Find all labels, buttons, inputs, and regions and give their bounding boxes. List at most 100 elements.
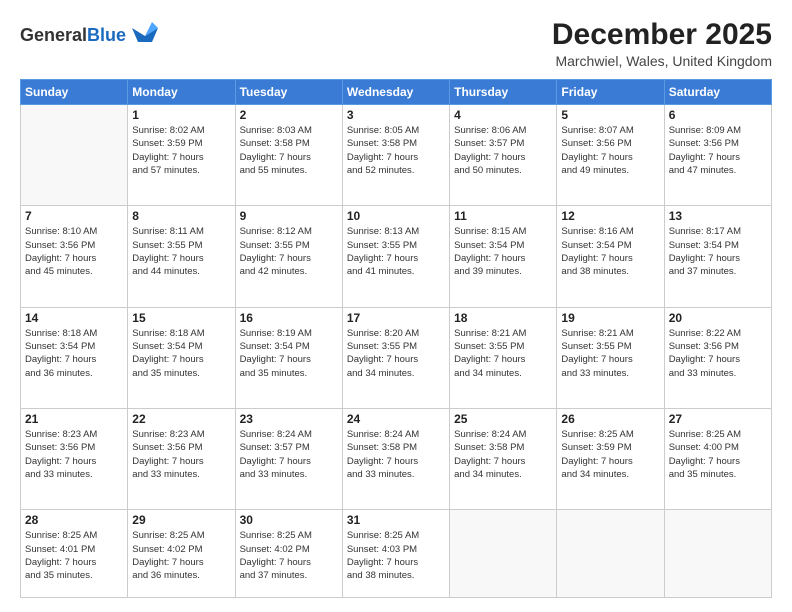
calendar-week-row: 7 Sunrise: 8:10 AM Sunset: 3:56 PM Daylig… (21, 206, 772, 307)
day-info: Sunrise: 8:20 AM Sunset: 3:55 PM Dayligh… (347, 327, 445, 380)
calendar-cell: 17 Sunrise: 8:20 AM Sunset: 3:55 PM Dayli… (342, 307, 449, 408)
calendar-cell: 28Sunrise: 8:25 AM Sunset: 4:01 PM Dayli… (21, 510, 128, 598)
day-number: 30 (240, 513, 338, 527)
calendar-cell: 27 Sunrise: 8:25 AM Sunset: 4:00 PM Dayli… (664, 408, 771, 509)
calendar-cell: 24 Sunrise: 8:24 AM Sunset: 3:58 PM Dayli… (342, 408, 449, 509)
calendar-cell: 15 Sunrise: 8:18 AM Sunset: 3:54 PM Dayli… (128, 307, 235, 408)
calendar-cell: 5 Sunrise: 8:07 AM Sunset: 3:56 PM Daylig… (557, 105, 664, 206)
day-number: 5 (561, 108, 659, 122)
day-info: Sunrise: 8:06 AM Sunset: 3:57 PM Dayligh… (454, 124, 552, 177)
day-info: Sunrise: 8:18 AM Sunset: 3:54 PM Dayligh… (25, 327, 123, 380)
day-number: 28 (25, 513, 123, 527)
calendar-cell: 30 Sunrise: 8:25 AM Sunset: 4:02 PM Dayli… (235, 510, 342, 598)
calendar-cell: 10 Sunrise: 8:13 AM Sunset: 3:55 PM Dayli… (342, 206, 449, 307)
calendar-cell (450, 510, 557, 598)
day-info: Sunrise: 8:24 AM Sunset: 3:58 PM Dayligh… (454, 428, 552, 481)
calendar-cell: 25Sunrise: 8:24 AM Sunset: 3:58 PM Dayli… (450, 408, 557, 509)
day-info: Sunrise: 8:15 AM Sunset: 3:54 PM Dayligh… (454, 225, 552, 278)
day-number: 26 (561, 412, 659, 426)
day-info: Sunrise: 8:16 AM Sunset: 3:54 PM Dayligh… (561, 225, 659, 278)
day-info: Sunrise: 8:07 AM Sunset: 3:56 PM Dayligh… (561, 124, 659, 177)
calendar-week-row: 28Sunrise: 8:25 AM Sunset: 4:01 PM Dayli… (21, 510, 772, 598)
calendar-cell: 18 Sunrise: 8:21 AM Sunset: 3:55 PM Dayli… (450, 307, 557, 408)
day-number: 19 (561, 311, 659, 325)
day-info: Sunrise: 8:09 AM Sunset: 3:56 PM Dayligh… (669, 124, 767, 177)
calendar-cell: 8 Sunrise: 8:11 AM Sunset: 3:55 PM Daylig… (128, 206, 235, 307)
day-number: 21 (25, 412, 123, 426)
calendar-cell: 11 Sunrise: 8:15 AM Sunset: 3:54 PM Dayli… (450, 206, 557, 307)
calendar-col-monday: Monday (128, 80, 235, 105)
day-number: 20 (669, 311, 767, 325)
logo-blue: Blue (87, 25, 126, 45)
day-info: Sunrise: 8:12 AM Sunset: 3:55 PM Dayligh… (240, 225, 338, 278)
calendar-cell: 2Sunrise: 8:03 AM Sunset: 3:58 PM Daylig… (235, 105, 342, 206)
calendar-week-row: 21 Sunrise: 8:23 AM Sunset: 3:56 PM Dayli… (21, 408, 772, 509)
calendar-cell: 16 Sunrise: 8:19 AM Sunset: 3:54 PM Dayli… (235, 307, 342, 408)
day-info: Sunrise: 8:21 AM Sunset: 3:55 PM Dayligh… (561, 327, 659, 380)
calendar-cell (557, 510, 664, 598)
calendar-cell: 23 Sunrise: 8:24 AM Sunset: 3:57 PM Dayli… (235, 408, 342, 509)
calendar-col-wednesday: Wednesday (342, 80, 449, 105)
calendar-cell: 19 Sunrise: 8:21 AM Sunset: 3:55 PM Dayli… (557, 307, 664, 408)
day-number: 8 (132, 209, 230, 223)
day-info: Sunrise: 8:24 AM Sunset: 3:58 PM Dayligh… (347, 428, 445, 481)
calendar-cell: 4Sunrise: 8:06 AM Sunset: 3:57 PM Daylig… (450, 105, 557, 206)
calendar-cell: 1 Sunrise: 8:02 AM Sunset: 3:59 PM Daylig… (128, 105, 235, 206)
calendar-cell: 6 Sunrise: 8:09 AM Sunset: 3:56 PM Daylig… (664, 105, 771, 206)
day-number: 23 (240, 412, 338, 426)
calendar-week-row: 1 Sunrise: 8:02 AM Sunset: 3:59 PM Daylig… (21, 105, 772, 206)
calendar-table: SundayMondayTuesdayWednesdayThursdayFrid… (20, 79, 772, 598)
day-number: 10 (347, 209, 445, 223)
day-info: Sunrise: 8:13 AM Sunset: 3:55 PM Dayligh… (347, 225, 445, 278)
logo-general: General (20, 25, 87, 45)
day-number: 16 (240, 311, 338, 325)
day-info: Sunrise: 8:03 AM Sunset: 3:58 PM Dayligh… (240, 124, 338, 177)
day-number: 18 (454, 311, 552, 325)
day-number: 9 (240, 209, 338, 223)
location: Marchwiel, Wales, United Kingdom (552, 53, 772, 69)
calendar-col-sunday: Sunday (21, 80, 128, 105)
calendar-cell: 21 Sunrise: 8:23 AM Sunset: 3:56 PM Dayli… (21, 408, 128, 509)
calendar-col-friday: Friday (557, 80, 664, 105)
day-number: 7 (25, 209, 123, 223)
day-number: 1 (132, 108, 230, 122)
logo-icon (130, 18, 160, 53)
day-info: Sunrise: 8:02 AM Sunset: 3:59 PM Dayligh… (132, 124, 230, 177)
day-info: Sunrise: 8:10 AM Sunset: 3:56 PM Dayligh… (25, 225, 123, 278)
calendar-cell (21, 105, 128, 206)
logo-text: GeneralBlue (20, 25, 126, 46)
calendar-cell: 3 Sunrise: 8:05 AM Sunset: 3:58 PM Daylig… (342, 105, 449, 206)
day-number: 17 (347, 311, 445, 325)
calendar-col-thursday: Thursday (450, 80, 557, 105)
calendar-cell: 9 Sunrise: 8:12 AM Sunset: 3:55 PM Daylig… (235, 206, 342, 307)
calendar-cell: 26 Sunrise: 8:25 AM Sunset: 3:59 PM Dayli… (557, 408, 664, 509)
page: GeneralBlue December 2025 Marchwiel, Wal… (0, 0, 792, 612)
calendar-col-tuesday: Tuesday (235, 80, 342, 105)
day-info: Sunrise: 8:19 AM Sunset: 3:54 PM Dayligh… (240, 327, 338, 380)
day-info: Sunrise: 8:11 AM Sunset: 3:55 PM Dayligh… (132, 225, 230, 278)
header: GeneralBlue December 2025 Marchwiel, Wal… (20, 18, 772, 69)
day-number: 15 (132, 311, 230, 325)
day-info: Sunrise: 8:25 AM Sunset: 3:59 PM Dayligh… (561, 428, 659, 481)
calendar-cell: 7 Sunrise: 8:10 AM Sunset: 3:56 PM Daylig… (21, 206, 128, 307)
day-info: Sunrise: 8:21 AM Sunset: 3:55 PM Dayligh… (454, 327, 552, 380)
day-number: 13 (669, 209, 767, 223)
day-info: Sunrise: 8:05 AM Sunset: 3:58 PM Dayligh… (347, 124, 445, 177)
logo: GeneralBlue (20, 18, 160, 53)
day-info: Sunrise: 8:24 AM Sunset: 3:57 PM Dayligh… (240, 428, 338, 481)
day-info: Sunrise: 8:22 AM Sunset: 3:56 PM Dayligh… (669, 327, 767, 380)
day-info: Sunrise: 8:18 AM Sunset: 3:54 PM Dayligh… (132, 327, 230, 380)
calendar-cell: 14Sunrise: 8:18 AM Sunset: 3:54 PM Dayli… (21, 307, 128, 408)
day-number: 11 (454, 209, 552, 223)
day-number: 27 (669, 412, 767, 426)
day-info: Sunrise: 8:23 AM Sunset: 3:56 PM Dayligh… (132, 428, 230, 481)
calendar-week-row: 14Sunrise: 8:18 AM Sunset: 3:54 PM Dayli… (21, 307, 772, 408)
calendar-header-row: SundayMondayTuesdayWednesdayThursdayFrid… (21, 80, 772, 105)
day-number: 6 (669, 108, 767, 122)
day-info: Sunrise: 8:25 AM Sunset: 4:02 PM Dayligh… (240, 529, 338, 582)
day-info: Sunrise: 8:25 AM Sunset: 4:00 PM Dayligh… (669, 428, 767, 481)
day-number: 24 (347, 412, 445, 426)
day-info: Sunrise: 8:23 AM Sunset: 3:56 PM Dayligh… (25, 428, 123, 481)
day-number: 3 (347, 108, 445, 122)
month-title: December 2025 (552, 18, 772, 51)
